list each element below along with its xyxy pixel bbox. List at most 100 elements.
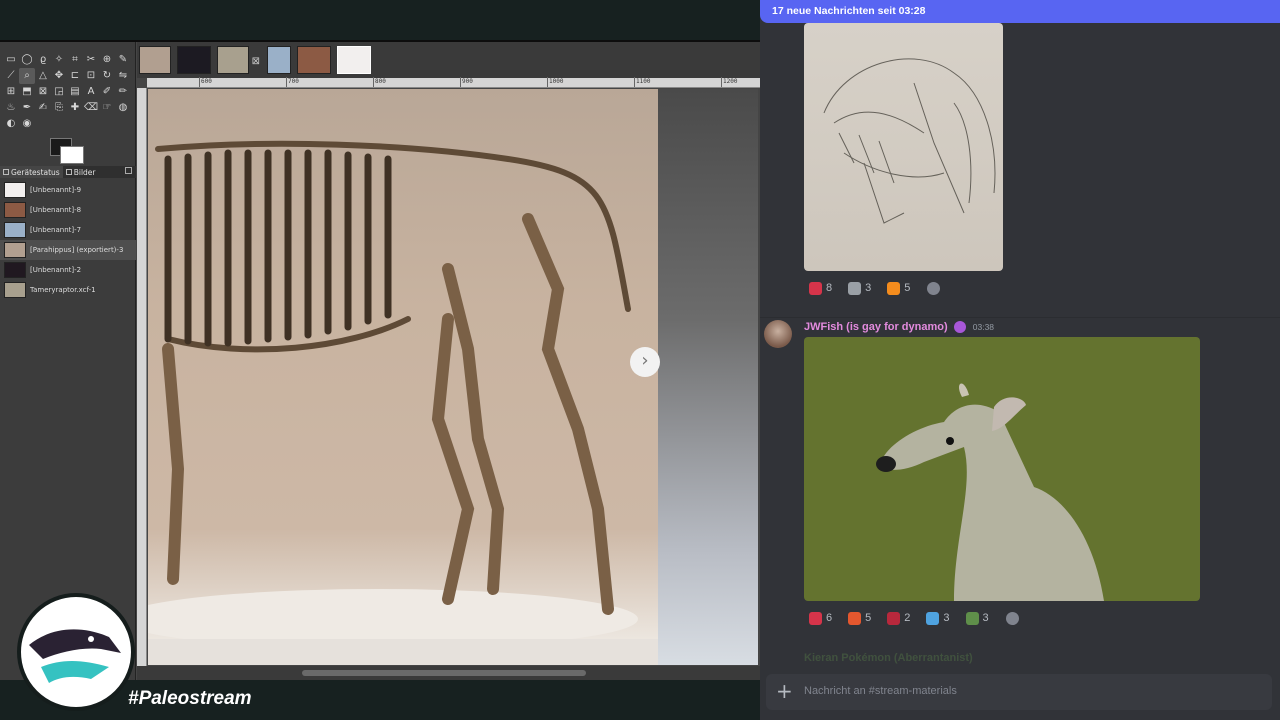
scrollbar-thumb[interactable] (302, 670, 586, 676)
image-list-item[interactable]: Tameryraptor.xcf-1 (0, 280, 136, 300)
ruler-label: 900 (462, 78, 473, 85)
image-tab-dark[interactable] (177, 46, 211, 74)
text-icon[interactable]: A (83, 84, 99, 100)
message-divider (760, 317, 1280, 318)
image-tab-parahippus[interactable] (139, 46, 171, 74)
timestamp: 03:38 (972, 322, 995, 332)
reaction-heart-on-fire[interactable]: 5 (843, 608, 876, 628)
pencil-icon[interactable]: ✏ (115, 84, 131, 100)
image-list-item[interactable]: [Unbenannt]-9 (0, 180, 136, 200)
deer-illustration (876, 383, 1104, 601)
image-tab-9[interactable] (337, 46, 371, 74)
ruler-tick (199, 77, 200, 87)
blur-icon[interactable]: ◍ (115, 100, 131, 116)
background-color-swatch[interactable] (60, 146, 84, 164)
reaction-gem[interactable]: 3 (921, 608, 954, 628)
deer-art-attachment[interactable] (804, 337, 1200, 601)
unified-transform-icon[interactable]: ⊞ (3, 84, 19, 100)
avatar[interactable] (764, 320, 792, 348)
image-canvas[interactable]: › (148, 89, 758, 665)
tab-images[interactable]: Bilder (63, 166, 99, 178)
image-thumbnail (4, 202, 26, 218)
new-messages-banner[interactable]: 17 neue Nachrichten seit 03:28 (760, 0, 1280, 23)
paleostream-logo (17, 593, 135, 711)
smudge-icon[interactable]: ☞ (99, 100, 115, 116)
clone-icon[interactable]: ⎘ (51, 100, 67, 116)
image-list-label: [Unbenannt]-2 (30, 266, 82, 274)
heal-icon[interactable]: ✚ (67, 100, 83, 116)
airbrush-icon[interactable]: ♨ (3, 100, 19, 116)
tab-device-status[interactable]: Gerätestatus (0, 166, 63, 178)
align-icon[interactable]: ⊏ (67, 68, 83, 84)
move-icon[interactable]: ✥ (51, 68, 67, 84)
chevron-right-icon[interactable]: › (630, 347, 660, 377)
message-input[interactable] (804, 685, 1204, 697)
fuzzy-select-icon[interactable]: ✧ (51, 52, 67, 68)
stream-hashtag: #Paleostream (128, 688, 252, 709)
transform-icon[interactable]: ⊡ (83, 68, 99, 84)
plus-icon[interactable]: + (776, 680, 793, 702)
image-tab-tameryraptor[interactable]: ⊠ (217, 46, 260, 74)
crop-icon[interactable]: ⌗ (67, 52, 83, 68)
ruler-label: 700 (288, 78, 299, 85)
reaction-red-heart[interactable]: 8 (804, 278, 837, 298)
color-picker-icon[interactable]: ⟋ (3, 68, 19, 84)
pencil-sketch-image (823, 58, 996, 224)
eraser-icon[interactable]: ⌫ (83, 100, 99, 116)
reaction-red-heart[interactable]: 6 (804, 608, 837, 628)
image-tabs: ⊠ (137, 42, 760, 78)
images-icon (65, 169, 72, 175)
foreground-select-icon[interactable]: ⊕ (99, 52, 115, 68)
panel-menu-icon[interactable] (125, 167, 132, 174)
next-author-name[interactable]: Kieran Pokémon (Aberrantanist) (804, 652, 973, 664)
add-reaction-icon[interactable] (1005, 612, 1019, 625)
cage-icon[interactable]: ⊠ (35, 84, 51, 100)
measure-icon[interactable]: △ (35, 68, 51, 84)
gradient-icon[interactable]: ▤ (67, 84, 83, 100)
ellipse-select-icon[interactable]: ◯ (19, 52, 35, 68)
reaction-green-face[interactable]: 3 (961, 608, 994, 628)
image-tab-7[interactable] (267, 46, 291, 74)
image-list-item[interactable]: [Unbenannt]-2 (0, 260, 136, 280)
reaction-sticker[interactable]: 3 (843, 278, 876, 298)
image-thumbnail (4, 262, 26, 278)
image-list-item[interactable]: [Unbenannt]-8 (0, 200, 136, 220)
sketch-attachment[interactable] (804, 23, 1003, 271)
image-thumbnail (4, 182, 26, 198)
gem-icon (926, 611, 940, 625)
bucket-fill-icon[interactable]: ◲ (51, 84, 67, 100)
mypaint-icon[interactable]: ✍ (35, 100, 51, 116)
lasso-icon[interactable]: ϱ (35, 52, 51, 68)
reaction-fire[interactable]: 5 (882, 278, 915, 298)
reaction-count: 3 (943, 612, 950, 624)
image-list-item[interactable]: [Parahippus] (exportiert)-3 (0, 240, 136, 260)
horizontal-scrollbar[interactable] (137, 666, 760, 680)
add-reaction-icon[interactable] (927, 282, 941, 295)
paintbrush-icon[interactable]: ✐ (99, 84, 115, 100)
sticker-icon (848, 281, 862, 295)
image-list: [Unbenannt]-9 [Unbenannt]-8 [Unbenannt]-7 [… (0, 180, 136, 300)
close-icon[interactable]: ⊠ (252, 56, 260, 67)
paths-icon[interactable]: ✎ (115, 52, 131, 68)
author-name[interactable]: JWFish (is gay for dynamo) (804, 321, 948, 333)
ruler-tick (373, 77, 374, 87)
ruler-tick (634, 77, 635, 87)
composer-box: + (766, 674, 1272, 710)
reaction-count: 3 (982, 612, 989, 624)
reaction-heart-face[interactable]: 2 (882, 608, 915, 628)
discord-panel: 17 neue Nachrichten seit 03:28 8 3 5 JWFis… (760, 0, 1280, 720)
reaction-count: 5 (865, 612, 872, 624)
rect-select-icon[interactable]: ▭ (3, 52, 19, 68)
warp-icon[interactable]: ↻ (99, 68, 115, 84)
scissors-icon[interactable]: ✂ (83, 52, 99, 68)
flip-icon[interactable]: ⇋ (115, 68, 131, 84)
dodge-icon[interactable]: ◐ (3, 116, 19, 132)
tab-images-label: Bilder (73, 167, 96, 177)
image-tab-8[interactable] (297, 46, 331, 74)
reaction-count: 8 (826, 282, 833, 294)
ink-icon[interactable]: ✒ (19, 100, 35, 116)
perspective-icon[interactable]: ⬒ (19, 84, 35, 100)
zoom-icon[interactable]: ⌕ (19, 68, 35, 84)
image-list-item[interactable]: [Unbenannt]-7 (0, 220, 136, 240)
paint-select-icon[interactable]: ◉ (19, 116, 35, 132)
